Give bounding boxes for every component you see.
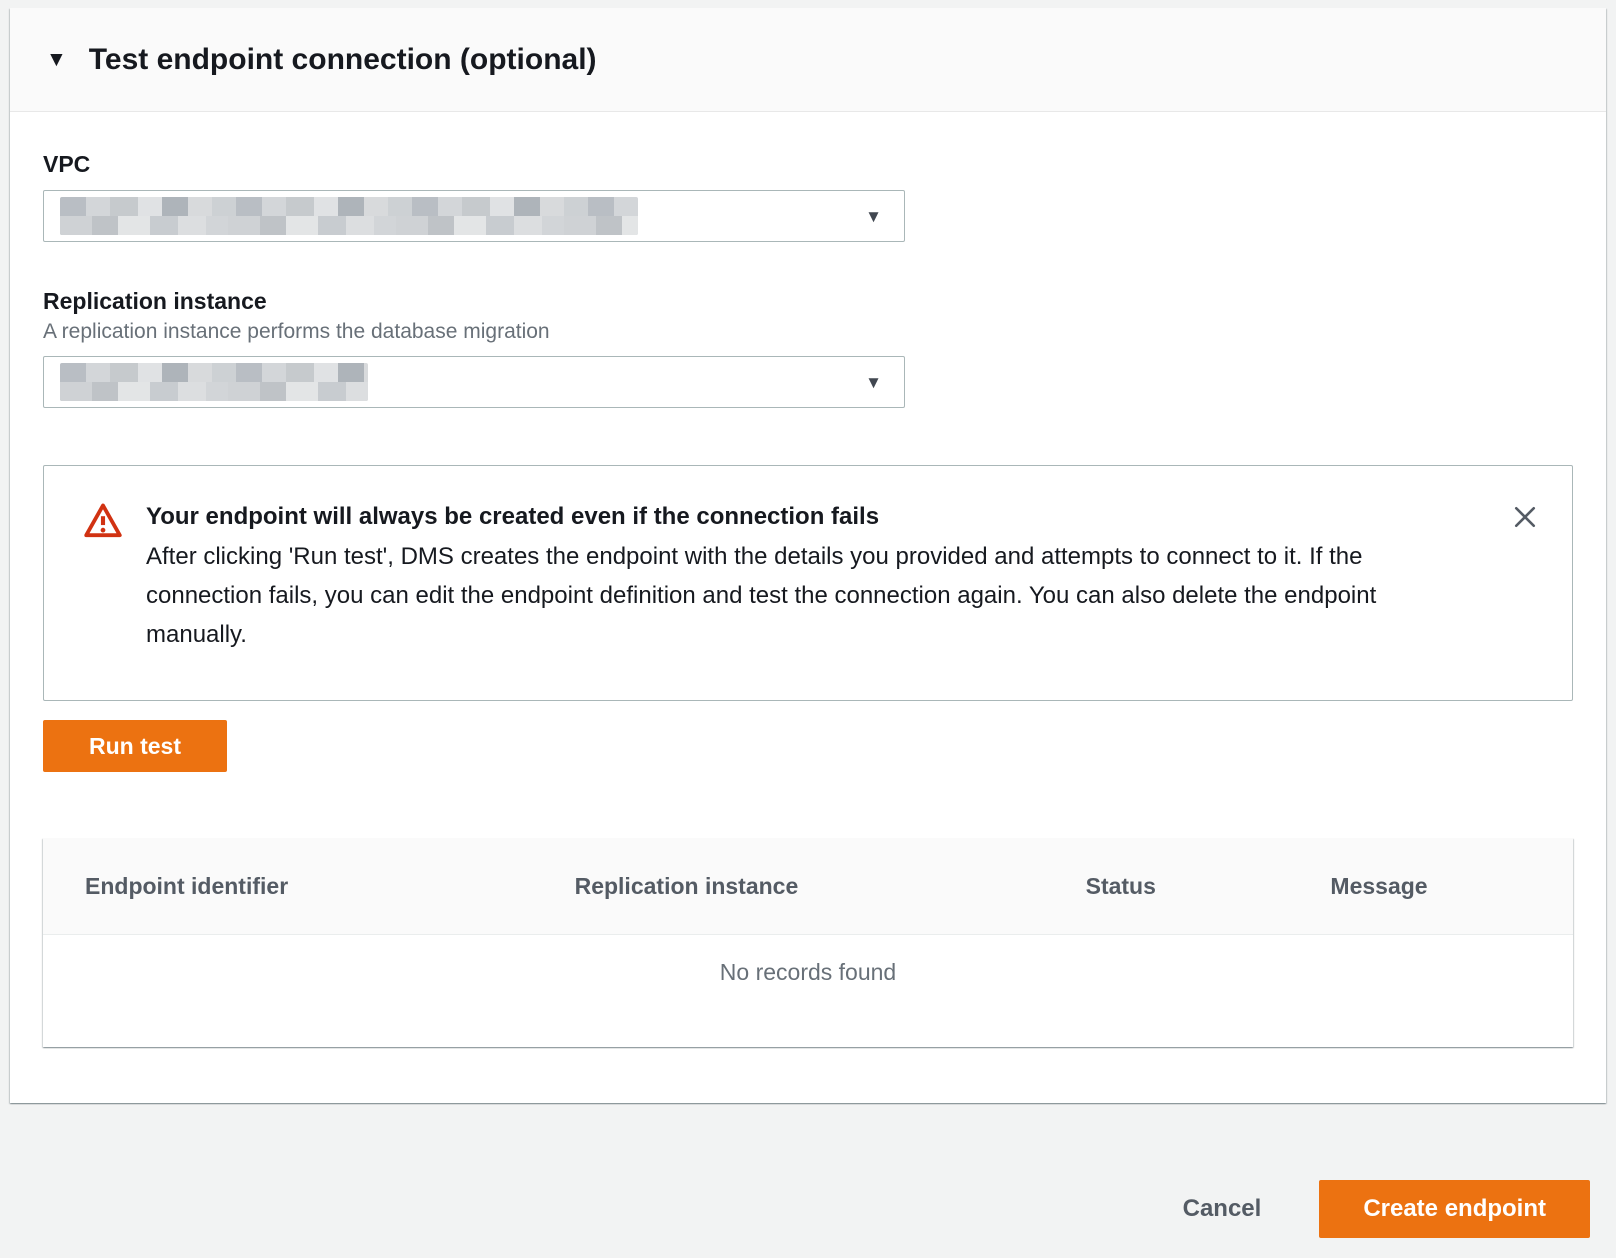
redacted-replication-instance-value <box>60 363 368 401</box>
replication-instance-label: Replication instance <box>43 288 1573 315</box>
section-header-toggle[interactable]: ▼ Test endpoint connection (optional) <box>10 8 1606 112</box>
replication-instance-description: A replication instance performs the data… <box>43 320 1573 344</box>
table-body: No records found <box>43 935 1573 1047</box>
column-header-message: Message <box>1288 873 1573 900</box>
replication-instance-select[interactable]: ▼ <box>43 356 905 408</box>
table-header-row: Endpoint identifier Replication instance… <box>43 838 1573 935</box>
warning-content: Your endpoint will always be created eve… <box>146 498 1456 654</box>
section-title: Test endpoint connection (optional) <box>89 43 597 77</box>
warning-icon <box>84 502 122 543</box>
vpc-label: VPC <box>43 151 1573 178</box>
cancel-button[interactable]: Cancel <box>1183 1195 1262 1223</box>
column-header-status: Status <box>1044 873 1289 900</box>
column-header-endpoint-identifier: Endpoint identifier <box>43 873 533 900</box>
warning-title: Your endpoint will always be created eve… <box>146 498 1456 535</box>
close-icon[interactable] <box>1508 500 1542 537</box>
collapse-icon: ▼ <box>46 49 67 70</box>
footer-actions: Cancel Create endpoint <box>1183 1180 1590 1238</box>
panel-body: VPC ▼ Replication instance A replication… <box>10 151 1606 1047</box>
warning-alert: Your endpoint will always be created eve… <box>43 465 1573 701</box>
column-header-replication-instance: Replication instance <box>533 873 1044 900</box>
vpc-select[interactable]: ▼ <box>43 190 905 242</box>
empty-state: No records found <box>43 935 1573 986</box>
caret-down-icon: ▼ <box>865 374 882 391</box>
redacted-vpc-value <box>60 197 638 235</box>
caret-down-icon: ▼ <box>865 208 882 225</box>
test-endpoint-panel: ▼ Test endpoint connection (optional) VP… <box>10 8 1606 1103</box>
create-endpoint-button[interactable]: Create endpoint <box>1319 1180 1590 1238</box>
connection-results-table: Endpoint identifier Replication instance… <box>43 838 1573 1047</box>
warning-body: After clicking 'Run test', DMS creates t… <box>146 537 1456 654</box>
page: ▼ Test endpoint connection (optional) VP… <box>0 0 1616 1258</box>
run-test-button[interactable]: Run test <box>43 720 227 772</box>
